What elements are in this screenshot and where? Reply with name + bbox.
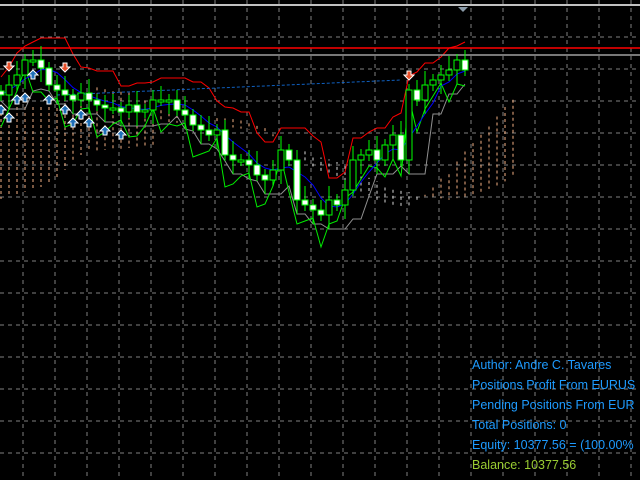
candle <box>117 107 125 113</box>
candle <box>197 124 205 131</box>
candle <box>85 92 93 101</box>
sell-arrow-icon <box>402 70 416 81</box>
candle <box>293 159 301 201</box>
candle <box>141 109 149 113</box>
candle <box>381 144 389 161</box>
candle <box>285 149 293 161</box>
account-info-panel: Author: Andre C. Tavares Positions Profi… <box>472 355 635 475</box>
candle <box>301 199 309 206</box>
candle <box>125 104 133 113</box>
candle <box>421 84 429 101</box>
buy-arrow-icon <box>10 94 24 105</box>
trend-line <box>56 79 402 96</box>
buy-arrow-icon <box>26 69 40 80</box>
candle <box>253 164 261 176</box>
sell-arrow-icon <box>58 62 72 73</box>
candle <box>389 134 397 146</box>
candle <box>13 74 21 86</box>
total-positions-label: Total Positions: 0 <box>472 418 567 432</box>
equity-label: Equity: 10377.56 = (100.00% <box>472 438 634 452</box>
buy-arrow-icon <box>2 112 16 123</box>
candle <box>101 104 109 109</box>
candle <box>77 92 85 101</box>
candle <box>461 59 469 71</box>
candle <box>365 149 373 156</box>
candle <box>61 89 69 96</box>
candle <box>341 189 349 206</box>
candle <box>205 129 213 136</box>
candle <box>109 107 117 111</box>
buy-arrow-icon <box>0 104 8 115</box>
chart-shift-marker-icon <box>458 7 468 12</box>
candle <box>45 67 53 86</box>
sell-arrow-icon <box>2 61 16 72</box>
candle <box>69 94 77 101</box>
pending-positions-label: Pending Positions From EUR <box>472 398 635 412</box>
candle <box>237 159 245 163</box>
candle <box>269 169 277 181</box>
candle <box>333 199 341 206</box>
candle <box>405 89 413 161</box>
candle <box>245 159 253 166</box>
candle <box>229 154 237 161</box>
candle <box>133 104 141 113</box>
candle <box>157 99 165 103</box>
candle <box>0 90 5 96</box>
candle <box>181 109 189 116</box>
candle <box>357 154 365 161</box>
author-label: Author: Andre C. Tavares <box>472 358 612 372</box>
buy-arrow-icon <box>114 129 128 140</box>
balance-label: Balance: 10377.56 <box>472 458 577 472</box>
candle <box>221 129 229 156</box>
candle <box>5 84 13 96</box>
candle <box>373 149 381 161</box>
candle <box>37 59 45 69</box>
candle <box>173 99 181 111</box>
candle <box>261 174 269 181</box>
candle <box>53 84 61 91</box>
candle <box>413 89 421 101</box>
candle <box>397 134 405 161</box>
candle <box>437 74 445 81</box>
candle <box>453 59 461 71</box>
candle <box>93 99 101 106</box>
candle <box>21 59 29 76</box>
candle <box>349 159 357 191</box>
candle <box>165 99 173 103</box>
chart-window[interactable]: Author: Andre C. Tavares Positions Profi… <box>0 0 640 480</box>
candle <box>445 69 453 76</box>
buy-arrow-icon <box>74 109 88 120</box>
candle <box>277 149 285 171</box>
candle <box>309 204 317 211</box>
positions-profit-label: Positions Profit From EURUS <box>472 378 636 392</box>
candle <box>213 129 221 136</box>
candle <box>189 114 197 126</box>
candle <box>429 79 437 86</box>
candle <box>325 199 333 216</box>
candle <box>317 209 325 216</box>
candle <box>149 99 157 111</box>
candle <box>29 59 37 63</box>
